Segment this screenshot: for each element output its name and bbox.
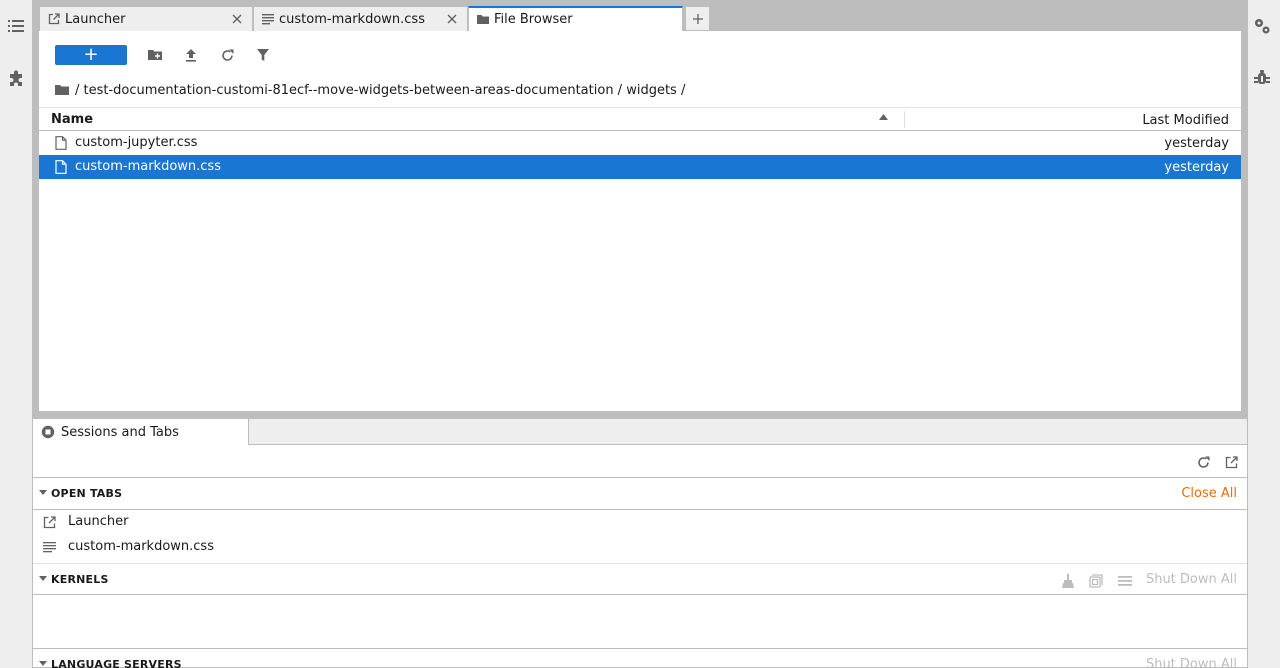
- bottom-tab-bar: Sessions and Tabs: [33, 419, 1247, 445]
- table-of-contents-icon[interactable]: [6, 16, 26, 36]
- file-icon: [55, 136, 67, 150]
- caret-down-icon: [39, 661, 47, 666]
- add-tab-button[interactable]: [685, 6, 710, 31]
- tab-label: custom-markdown.css: [279, 11, 425, 27]
- new-folder-icon[interactable]: [147, 47, 163, 63]
- breadcrumb-path[interactable]: / test-documentation-customi-81ecf--move…: [75, 83, 685, 98]
- caret-down-icon: [39, 490, 47, 495]
- running-sessions-icon: [41, 425, 55, 439]
- debugger-icon[interactable]: [1252, 68, 1272, 88]
- file-name: custom-jupyter.css: [75, 135, 198, 150]
- open-tab-item[interactable]: custom-markdown.css: [33, 535, 1247, 560]
- tab-sessions-and-tabs[interactable]: Sessions and Tabs: [33, 419, 249, 445]
- open-tab-label: Launcher: [68, 514, 129, 529]
- launcher-icon: [43, 516, 57, 530]
- open-tabs-section-header[interactable]: OPEN TABS Close All: [33, 478, 1247, 510]
- file-icon: [55, 160, 67, 174]
- shut-down-all-kernels-button[interactable]: Shut Down All: [1146, 572, 1237, 587]
- open-tab-label: custom-markdown.css: [68, 539, 214, 554]
- open-in-new-icon[interactable]: [1223, 454, 1239, 470]
- sort-ascending-icon: [879, 114, 888, 120]
- file-row[interactable]: custom-jupyter.css yesterday: [39, 131, 1241, 155]
- file-browser-toolbar: +: [39, 43, 271, 67]
- close-icon[interactable]: [445, 12, 459, 26]
- home-folder-icon[interactable]: [55, 84, 69, 96]
- plus-icon: [692, 13, 703, 24]
- close-all-button[interactable]: Close All: [1181, 486, 1237, 501]
- filter-icon[interactable]: [255, 47, 271, 63]
- language-servers-section-header[interactable]: LANGUAGE SERVERS Shut Down All: [33, 648, 1247, 668]
- tab-label: Sessions and Tabs: [61, 424, 179, 440]
- clear-console-icon[interactable]: [1060, 573, 1076, 589]
- sessions-toolbar: [33, 446, 1247, 478]
- extension-manager-icon[interactable]: [6, 69, 26, 89]
- column-divider: [904, 111, 905, 128]
- shut-down-all-language-servers-button[interactable]: Shut Down All: [1146, 657, 1237, 668]
- tab-file-browser[interactable]: File Browser: [468, 6, 683, 31]
- shutdown-kernel-icon[interactable]: [1088, 573, 1104, 589]
- kernels-section-header[interactable]: KERNELS Shut Down All: [33, 563, 1247, 595]
- tab-label: File Browser: [494, 12, 573, 27]
- menu-lines-icon[interactable]: [1117, 573, 1133, 589]
- file-list-header: Name Last Modified: [39, 107, 1241, 131]
- right-sidebar: [1248, 0, 1280, 668]
- tab-label: Launcher: [65, 11, 126, 27]
- tab-custom-markdown[interactable]: custom-markdown.css: [253, 6, 468, 31]
- file-browser-panel: + / test-documentation-customi-81ecf--mo…: [39, 31, 1241, 411]
- file-modified: yesterday: [1164, 160, 1229, 175]
- refresh-icon[interactable]: [1195, 454, 1211, 470]
- breadcrumb: / test-documentation-customi-81ecf--move…: [55, 81, 685, 99]
- column-header-name[interactable]: Name: [51, 112, 93, 127]
- upload-icon[interactable]: [183, 47, 199, 63]
- close-icon[interactable]: [230, 12, 244, 26]
- main-dock-area: Launcher custom-markdown.css File Browse…: [32, 0, 1248, 418]
- refresh-icon[interactable]: [219, 47, 235, 63]
- text-file-icon: [43, 541, 57, 555]
- main-tab-bar: Launcher custom-markdown.css File Browse…: [39, 6, 710, 31]
- caret-down-icon: [39, 576, 47, 581]
- file-name: custom-markdown.css: [75, 159, 221, 174]
- open-tab-item[interactable]: Launcher: [33, 510, 1247, 535]
- column-header-last-modified[interactable]: Last Modified: [1142, 113, 1229, 128]
- tab-launcher[interactable]: Launcher: [39, 6, 253, 31]
- section-title: LANGUAGE SERVERS: [51, 658, 182, 668]
- text-file-icon: [262, 13, 274, 25]
- folder-icon: [477, 14, 489, 26]
- file-row-selected[interactable]: custom-markdown.css yesterday: [39, 155, 1241, 179]
- new-launcher-button[interactable]: +: [55, 45, 127, 65]
- section-title: OPEN TABS: [51, 487, 123, 500]
- left-sidebar: [0, 0, 32, 668]
- file-modified: yesterday: [1164, 136, 1229, 151]
- property-inspector-icon[interactable]: [1252, 16, 1272, 36]
- launcher-icon: [48, 13, 60, 25]
- bottom-panel: Sessions and Tabs OPEN TABS Close All La…: [32, 418, 1248, 668]
- section-title: KERNELS: [51, 573, 109, 586]
